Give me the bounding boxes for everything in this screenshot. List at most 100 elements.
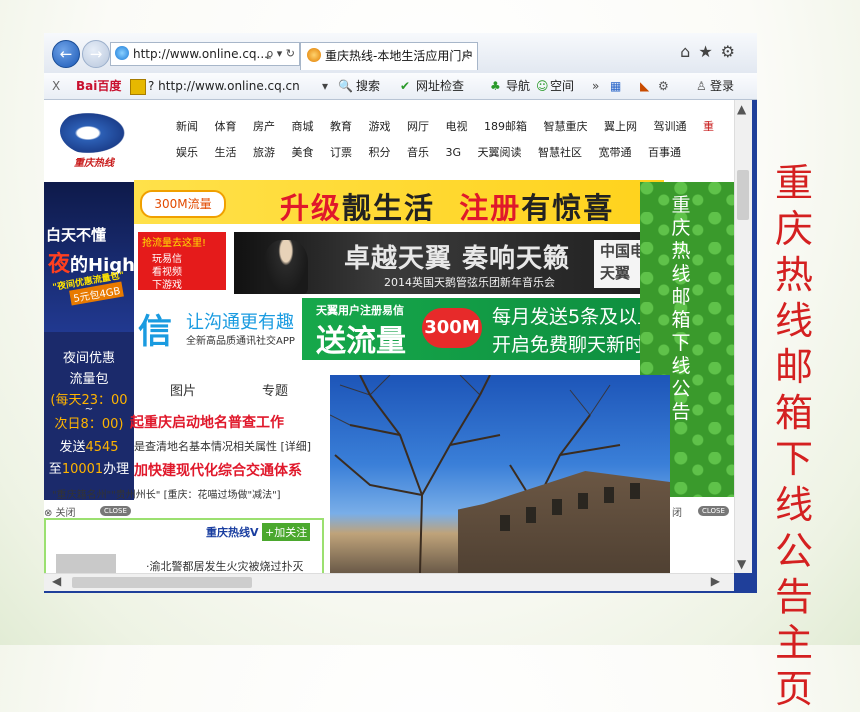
horizontal-scrollbar[interactable]: ◀ ▶ <box>44 573 734 591</box>
nav-item[interactable]: 房产 <box>253 118 275 134</box>
hao-icon: ♣ <box>490 79 501 93</box>
green-line-2: 开启免费聊天新时代 <box>492 334 664 356</box>
weibo-box: 重庆热线V +加关注 ·渝北警都居发生火灾被烧过扑灭 <box>44 518 324 573</box>
hscroll-thumb[interactable] <box>72 577 252 588</box>
nav-item[interactable]: 百事通 <box>648 144 681 160</box>
banner-mid: 靓生活 <box>342 191 436 225</box>
banner-red-2: 注册 <box>459 191 522 225</box>
green-flow-banner[interactable]: 天翼用户注册易信 送流量 300M 每月发送5条及以上 开启免费聊天新时代 <box>302 298 664 360</box>
tab-close-icon[interactable]: ✕ <box>461 43 471 70</box>
green-big: 送流量 <box>316 324 406 359</box>
left-ad-l1: 白天不懂 <box>46 226 107 244</box>
left-ad-l11: 至10001办理 <box>44 458 134 477</box>
tab-pictures[interactable]: 图片 <box>170 380 196 399</box>
news-headline-2[interactable]: 加快建现代化综合交通体系 <box>134 460 302 480</box>
news-summary-1[interactable]: 是查清地名基本情况相关属性 [详细] <box>134 438 311 454</box>
close-left-button[interactable]: CLOSE <box>100 506 131 516</box>
star-icon[interactable]: ★ <box>698 42 720 61</box>
news-photo[interactable] <box>330 375 670 573</box>
back-button[interactable]: ← <box>52 40 80 68</box>
building-window <box>630 483 640 499</box>
left-ad-l2a: 夜 <box>48 252 71 277</box>
nav-item[interactable]: 旅游 <box>253 144 275 160</box>
nav-item[interactable]: 订票 <box>330 144 352 160</box>
color-icon[interactable]: ◣ <box>640 73 649 99</box>
weibo-snippet[interactable]: ·渝北警都居发生火灾被烧过扑灭 <box>146 558 304 573</box>
yixin-big-char: 信 <box>138 312 172 352</box>
toolbar-address[interactable]: ? http://www.online.cq.cn <box>148 73 300 99</box>
nav-item[interactable]: 新闻 <box>176 118 198 134</box>
scroll-down-icon[interactable]: ▼ <box>737 557 746 571</box>
scroll-thumb[interactable] <box>737 170 749 220</box>
scroll-up-icon[interactable]: ▲ <box>737 102 746 116</box>
nav-item[interactable]: 驾训通 <box>654 118 687 134</box>
nav-item[interactable]: 重 <box>703 118 714 134</box>
login-button[interactable]: 登录 <box>710 73 734 99</box>
green-line-1: 每月发送5条及以上 <box>492 306 657 328</box>
nav-item[interactable]: 生活 <box>215 144 237 160</box>
tab-active[interactable]: 重庆热线-本地生活应用门户 ✕ <box>300 42 478 70</box>
nav-item[interactable]: 体育 <box>215 118 237 134</box>
user-icon: ♙ <box>696 79 707 93</box>
nav-item[interactable]: 3G <box>446 146 462 159</box>
nav-item[interactable]: 教育 <box>330 118 352 134</box>
nav-item[interactable]: 翼上网 <box>604 118 637 134</box>
nav-item[interactable]: 智慧社区 <box>538 144 582 160</box>
scroll-right-icon[interactable]: ▶ <box>711 574 720 588</box>
left-ad-l11c: 办理 <box>103 462 130 477</box>
close-right-button[interactable]: CLOSE <box>698 506 729 516</box>
slide-title: 重庆热线邮箱下线公告主页 <box>774 161 813 711</box>
weibo-title[interactable]: 重庆热线V <box>206 524 259 540</box>
nav-item[interactable]: 游戏 <box>369 118 391 134</box>
news-headline-1[interactable]: 起重庆启动地名普查工作 <box>130 412 284 432</box>
red-promo-box[interactable]: 抢流量去这里! 玩易信 看视频 下游戏 <box>138 232 226 291</box>
toolbar-close-button[interactable]: X <box>52 73 60 99</box>
yixin-ad[interactable]: 信 让沟通更有趣 全新高品质通讯社交APP <box>138 298 298 352</box>
nav-item[interactable]: 电视 <box>446 118 468 134</box>
right-ad-text: 重庆热线邮箱下线公告 <box>671 194 691 423</box>
left-float-ad[interactable]: 白天不懂 夜的High "夜间优惠流量包" 5元包4GB 夜间优惠 流量包 (每… <box>44 182 134 500</box>
grid-icon[interactable]: ▦ <box>610 73 621 99</box>
address-text: http://www.online.cq... <box>133 47 268 61</box>
nav-item[interactable]: 189邮箱 <box>484 118 527 134</box>
overflow-chevron-icon[interactable]: » <box>592 73 599 99</box>
chevron-down-icon[interactable]: ▾ <box>322 73 328 99</box>
baidu-box-icon[interactable] <box>130 79 146 95</box>
tab-topics[interactable]: 专题 <box>262 380 288 399</box>
forward-button[interactable]: → <box>82 40 110 68</box>
close-left-link[interactable]: ⊗ 关闭 <box>44 504 76 519</box>
vertical-scrollbar[interactable]: ▲ ▼ <box>734 100 752 573</box>
address-bar[interactable]: http://www.online.cq... ϼ ▾ ↻ <box>110 42 300 66</box>
nav-item[interactable]: 积分 <box>369 144 391 160</box>
nav-item[interactable]: 音乐 <box>407 144 429 160</box>
browser-window: ← → http://www.online.cq... ϼ ▾ ↻ 重庆热线-本… <box>44 33 757 593</box>
gear-icon[interactable]: ⚙ <box>721 42 743 61</box>
scroll-left-icon[interactable]: ◀ <box>52 574 61 588</box>
upgrade-banner[interactable]: 300M流量 升级靓生活 注册有惊喜 <box>134 180 664 225</box>
site-logo[interactable]: 重庆热线 <box>56 110 148 170</box>
site-check-button[interactable]: 网址检查 <box>416 73 464 99</box>
nav-item[interactable]: 娱乐 <box>176 144 198 160</box>
news-summary-2[interactable]: "重庆籍名州""贵州州长" [重庆：花喵过场做"减法"] <box>52 486 281 501</box>
nav-item[interactable]: 天翼阅读 <box>478 144 522 160</box>
nav-item[interactable]: 美食 <box>292 144 314 160</box>
search-button[interactable]: 搜索 <box>356 73 380 99</box>
nav-button[interactable]: 导航 <box>506 73 530 99</box>
left-ad-l5: 夜间优惠 <box>62 351 115 366</box>
home-icon[interactable]: ⌂ <box>680 42 698 61</box>
ie-page-icon <box>115 46 129 60</box>
nav-item[interactable]: 宽带通 <box>599 144 632 160</box>
close-right-link[interactable]: 闭 <box>672 504 682 519</box>
arrow-left-icon: ← <box>59 45 73 63</box>
nav-item[interactable]: 商城 <box>292 118 314 134</box>
nav-item[interactable]: 网厅 <box>407 118 429 134</box>
concert-banner[interactable]: 卓越天翼 奏响天籁 2014英国天鹅管弦乐团新年音乐会 中国电信 天翼 <box>234 232 664 294</box>
settings-icon[interactable]: ⚙ <box>658 73 669 99</box>
address-tools[interactable]: ϼ ▾ ↻ <box>266 43 295 65</box>
nav-item[interactable]: 智慧重庆 <box>544 118 588 134</box>
tab-title: 重庆热线-本地生活应用门户 <box>325 49 474 63</box>
weibo-follow-button[interactable]: +加关注 <box>262 523 311 541</box>
space-button[interactable]: 空间 <box>550 73 574 99</box>
arrow-right-icon: → <box>89 45 103 63</box>
banner-red-1: 升级 <box>280 191 343 225</box>
